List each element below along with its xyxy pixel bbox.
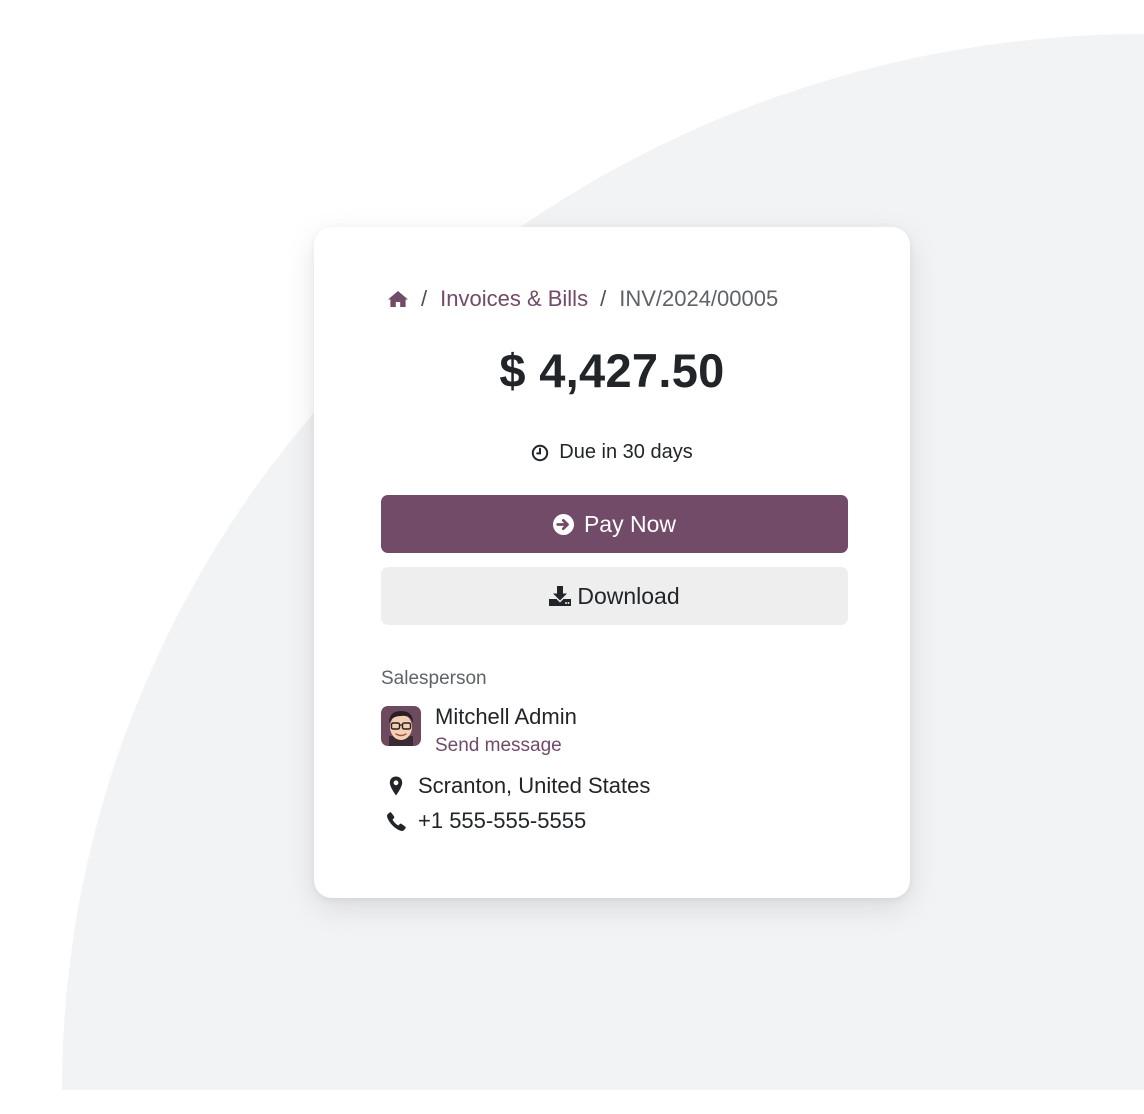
invoice-card: / Invoices & Bills / INV/2024/00005 $ 4,… [314,227,910,898]
salesperson-label: Salesperson [381,668,487,689]
pay-now-button[interactable]: Pay Now [381,495,848,553]
map-marker-icon [386,776,406,796]
breadcrumb-current-invoice: INV/2024/00005 [619,286,779,311]
phone-text: +1 555-555-5555 [418,808,587,833]
breadcrumb-separator: / [421,286,428,311]
salesperson-phone: +1 555-555-5555 [386,808,586,834]
due-text: Due in 30 days [559,441,693,463]
breadcrumb-separator: / [600,286,607,311]
breadcrumb-invoices-link[interactable]: Invoices & Bills [440,286,588,312]
due-date-info: Due in 30 days [314,441,910,464]
invoice-amount: $ 4,427.50 [499,344,725,397]
location-text: Scranton, United States [418,773,651,798]
download-button[interactable]: Download [381,567,848,625]
home-icon[interactable] [387,290,409,308]
download-icon [549,586,572,606]
page: / Invoices & Bills / INV/2024/00005 $ 4,… [0,0,1144,1114]
salesperson-name: Mitchell Admin [435,704,577,729]
download-label: Download [577,582,680,609]
salesperson-location: Scranton, United States [386,773,650,799]
send-message-link[interactable]: Send message [435,735,562,757]
pay-now-label: Pay Now [583,510,677,537]
avatar [381,706,421,746]
breadcrumb: / Invoices & Bills / INV/2024/00005 [387,285,778,313]
clock-icon [531,444,549,462]
phone-icon [386,811,406,831]
arrow-circle-right-icon [552,513,574,535]
